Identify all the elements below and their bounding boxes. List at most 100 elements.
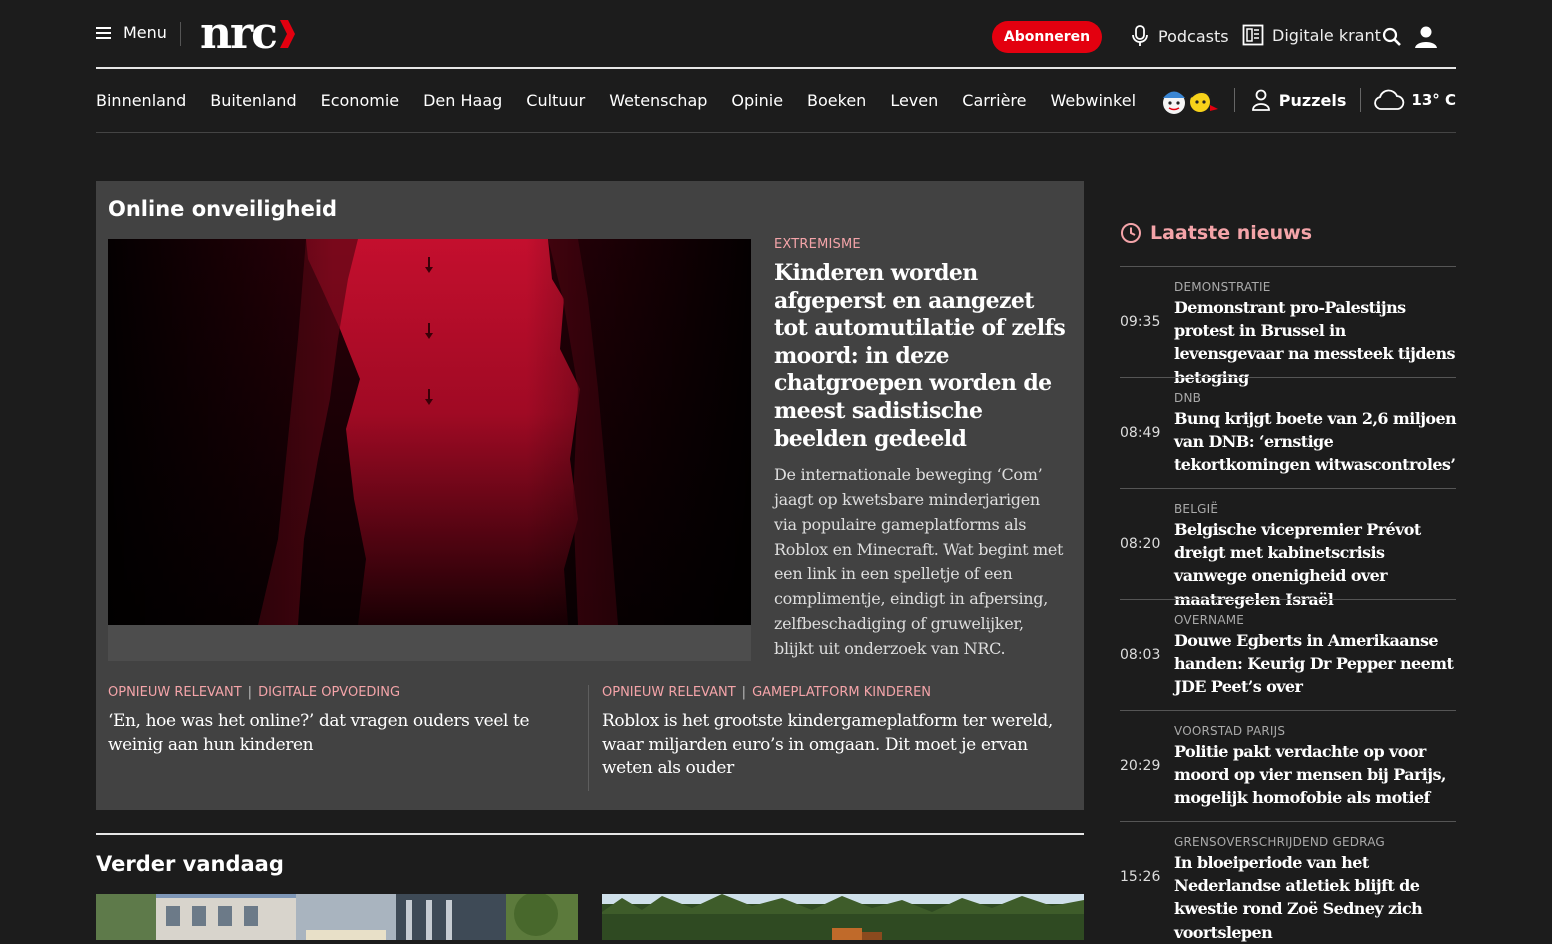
related-divider — [588, 685, 589, 791]
news-time: 09:35 — [1120, 314, 1161, 330]
top-bar: Menu nrc Abonneren Podcasts Digitale kra… — [96, 0, 1456, 69]
nav-item-boeken[interactable]: Boeken — [807, 91, 866, 110]
image-caption-strip — [108, 625, 751, 661]
nav-item-carriere[interactable]: Carrière — [962, 91, 1026, 110]
weather-widget[interactable]: 13° C — [1373, 89, 1456, 111]
news-title[interactable]: Politie pakt verdachte op voor moord op … — [1174, 740, 1458, 810]
article-thumbnail-2[interactable] — [602, 894, 1084, 940]
nav-item-economie[interactable]: Economie — [321, 91, 400, 110]
nav-item-cultuur[interactable]: Cultuur — [526, 91, 585, 110]
news-category: OVERNAME — [1174, 613, 1245, 627]
related-label-1: OPNIEUW RELEVANT — [602, 685, 736, 700]
news-body: DEMONSTRATIE Demonstrant pro-Palestijns … — [1174, 280, 1458, 389]
featured-section: Online onveiligheid EXTREMISME Kinderen … — [96, 181, 1084, 810]
nav-items: Binnenland Buitenland Economie Den Haag … — [96, 91, 1136, 110]
latest-news-header[interactable]: Laatste nieuws — [1120, 220, 1456, 246]
news-category: VOORSTAD PARIJS — [1174, 724, 1286, 738]
latest-news-title: Laatste nieuws — [1150, 222, 1313, 244]
puzzles-label: Puzzels — [1278, 90, 1347, 110]
news-item[interactable]: 08:20 BELGIË Belgische vicepremier Prévo… — [1120, 488, 1456, 609]
related-article-headline[interactable]: Roblox is het grootste kindergameplatfor… — [602, 710, 1072, 781]
nrc-logo[interactable]: nrc — [200, 8, 296, 60]
clock-icon — [1121, 223, 1141, 243]
section-nav: Binnenland Buitenland Economie Den Haag … — [96, 69, 1456, 133]
news-item[interactable]: 20:29 VOORSTAD PARIJS Politie pakt verda… — [1120, 710, 1456, 821]
related-label-1: OPNIEUW RELEVANT — [108, 685, 242, 700]
news-title[interactable]: Demonstrant pro-Palestijns protest in Br… — [1174, 296, 1458, 389]
news-item[interactable]: 08:03 OVERNAME Douwe Egberts in Amerikaa… — [1120, 599, 1456, 710]
related-article-1[interactable]: OPNIEUW RELEVANT | DIGITALE OPVOEDING ‘E… — [108, 685, 573, 757]
featured-section-title[interactable]: Online onveiligheid — [108, 197, 337, 221]
featured-article-headline[interactable]: Kinderen worden afgeperst en aangezet to… — [774, 260, 1066, 453]
hamburger-icon — [96, 26, 111, 39]
news-title[interactable]: In bloeiperiode van het Nederlandse atle… — [1174, 851, 1458, 944]
digital-paper-label: Digitale krant — [1272, 25, 1381, 45]
news-body: OVERNAME Douwe Egberts in Amerikaanse ha… — [1174, 613, 1458, 699]
nav-separator — [1233, 88, 1235, 112]
news-item[interactable]: 08:49 DNB Bunq krijgt boete van 2,6 milj… — [1120, 377, 1458, 488]
digital-paper-link[interactable]: Digitale krant — [1242, 24, 1381, 46]
news-category: DEMONSTRATIE — [1174, 280, 1271, 294]
nav-item-opinie[interactable]: Opinie — [731, 91, 783, 110]
verder-vandaag-title: Verder vandaag — [96, 852, 284, 876]
news-title[interactable]: Belgische vicepremier Prévot dreigt met … — [1174, 518, 1458, 611]
nav-item-buitenland[interactable]: Buitenland — [210, 91, 296, 110]
news-title[interactable]: Bunq krijgt boete van 2,6 miljoen van DN… — [1174, 407, 1458, 477]
abstract-red-image — [108, 239, 751, 625]
news-category: DNB — [1174, 391, 1202, 405]
news-item[interactable]: 09:35 DEMONSTRATIE Demonstrant pro-Pales… — [1120, 266, 1456, 387]
nav-item-webwinkel[interactable]: Webwinkel — [1050, 91, 1136, 110]
related-article-2[interactable]: OPNIEUW RELEVANT | GAMEPLATFORM KINDEREN… — [602, 685, 1072, 781]
featured-image[interactable] — [108, 239, 751, 625]
microphone-icon — [1132, 25, 1148, 46]
podcasts-link[interactable]: Podcasts — [1130, 24, 1229, 48]
latest-news: Laatste nieuws 09:35 DEMONSTRATIE Demons… — [1120, 220, 1457, 942]
news-time: 20:29 — [1120, 758, 1161, 774]
news-body: DNB Bunq krijgt boete van 2,6 miljoen va… — [1174, 391, 1458, 477]
verder-divider — [96, 833, 1084, 835]
label-separator: | — [247, 685, 253, 700]
search-icon[interactable] — [1382, 27, 1402, 47]
puzzles-link[interactable]: Puzzels — [1251, 89, 1347, 111]
related-label-2: DIGITALE OPVOEDING — [258, 685, 401, 700]
featured-article: EXTREMISME Kinderen worden afgeperst en … — [774, 237, 1066, 662]
menu-label: Menu — [123, 23, 167, 42]
news-category: BELGIË — [1174, 502, 1219, 516]
logo-chevron-icon — [279, 20, 295, 48]
news-time: 08:20 — [1120, 536, 1161, 552]
nav-separator-2 — [1360, 88, 1362, 112]
news-time: 08:49 — [1120, 425, 1161, 441]
news-time: 15:26 — [1120, 869, 1161, 885]
news-time: 08:03 — [1120, 647, 1161, 663]
related-article-headline[interactable]: ‘En, hoe was het online?’ dat vragen oud… — [108, 710, 573, 757]
forest-photo — [602, 894, 1084, 940]
person-icon — [1251, 89, 1270, 111]
header-divider — [180, 22, 181, 46]
puzzle-characters-icon[interactable] — [1158, 83, 1220, 117]
nav-item-den-haag[interactable]: Den Haag — [423, 91, 502, 110]
latest-news-list: 09:35 DEMONSTRATIE Demonstrant pro-Pales… — [1120, 266, 1458, 942]
user-icon[interactable] — [1414, 25, 1438, 49]
nav-item-wetenschap[interactable]: Wetenschap — [609, 91, 707, 110]
related-article-labels: OPNIEUW RELEVANT | GAMEPLATFORM KINDEREN — [602, 685, 1072, 700]
news-body: BELGIË Belgische vicepremier Prévot drei… — [1174, 502, 1458, 611]
news-category: GRENSOVERSCHRIJDEND GEDRAG — [1174, 835, 1385, 849]
nav-item-leven[interactable]: Leven — [890, 91, 938, 110]
related-label-2: GAMEPLATFORM KINDEREN — [752, 685, 932, 700]
weather-temperature: 13° C — [1411, 91, 1456, 109]
label-separator: | — [741, 685, 747, 700]
featured-article-intro: De internationale beweging ‘Com’ jaagt o… — [774, 465, 1064, 658]
newspaper-icon — [1242, 24, 1264, 46]
news-title[interactable]: Douwe Egberts in Amerikaanse handen: Keu… — [1174, 629, 1458, 699]
cloud-icon — [1374, 89, 1405, 110]
subscribe-button[interactable]: Abonneren — [992, 21, 1102, 53]
featured-article-label: EXTREMISME — [774, 237, 861, 252]
news-body: VOORSTAD PARIJS Politie pakt verdachte o… — [1174, 724, 1458, 810]
podcasts-label: Podcasts — [1158, 26, 1229, 46]
menu-button[interactable]: Menu — [96, 23, 167, 42]
nav-item-binnenland[interactable]: Binnenland — [96, 91, 186, 110]
article-thumbnail-1[interactable] — [96, 894, 578, 940]
news-body: GRENSOVERSCHRIJDEND GEDRAG In bloeiperio… — [1174, 835, 1458, 944]
news-item[interactable]: 15:26 GRENSOVERSCHRIJDEND GEDRAG In bloe… — [1120, 821, 1456, 942]
building-photo — [96, 894, 578, 940]
